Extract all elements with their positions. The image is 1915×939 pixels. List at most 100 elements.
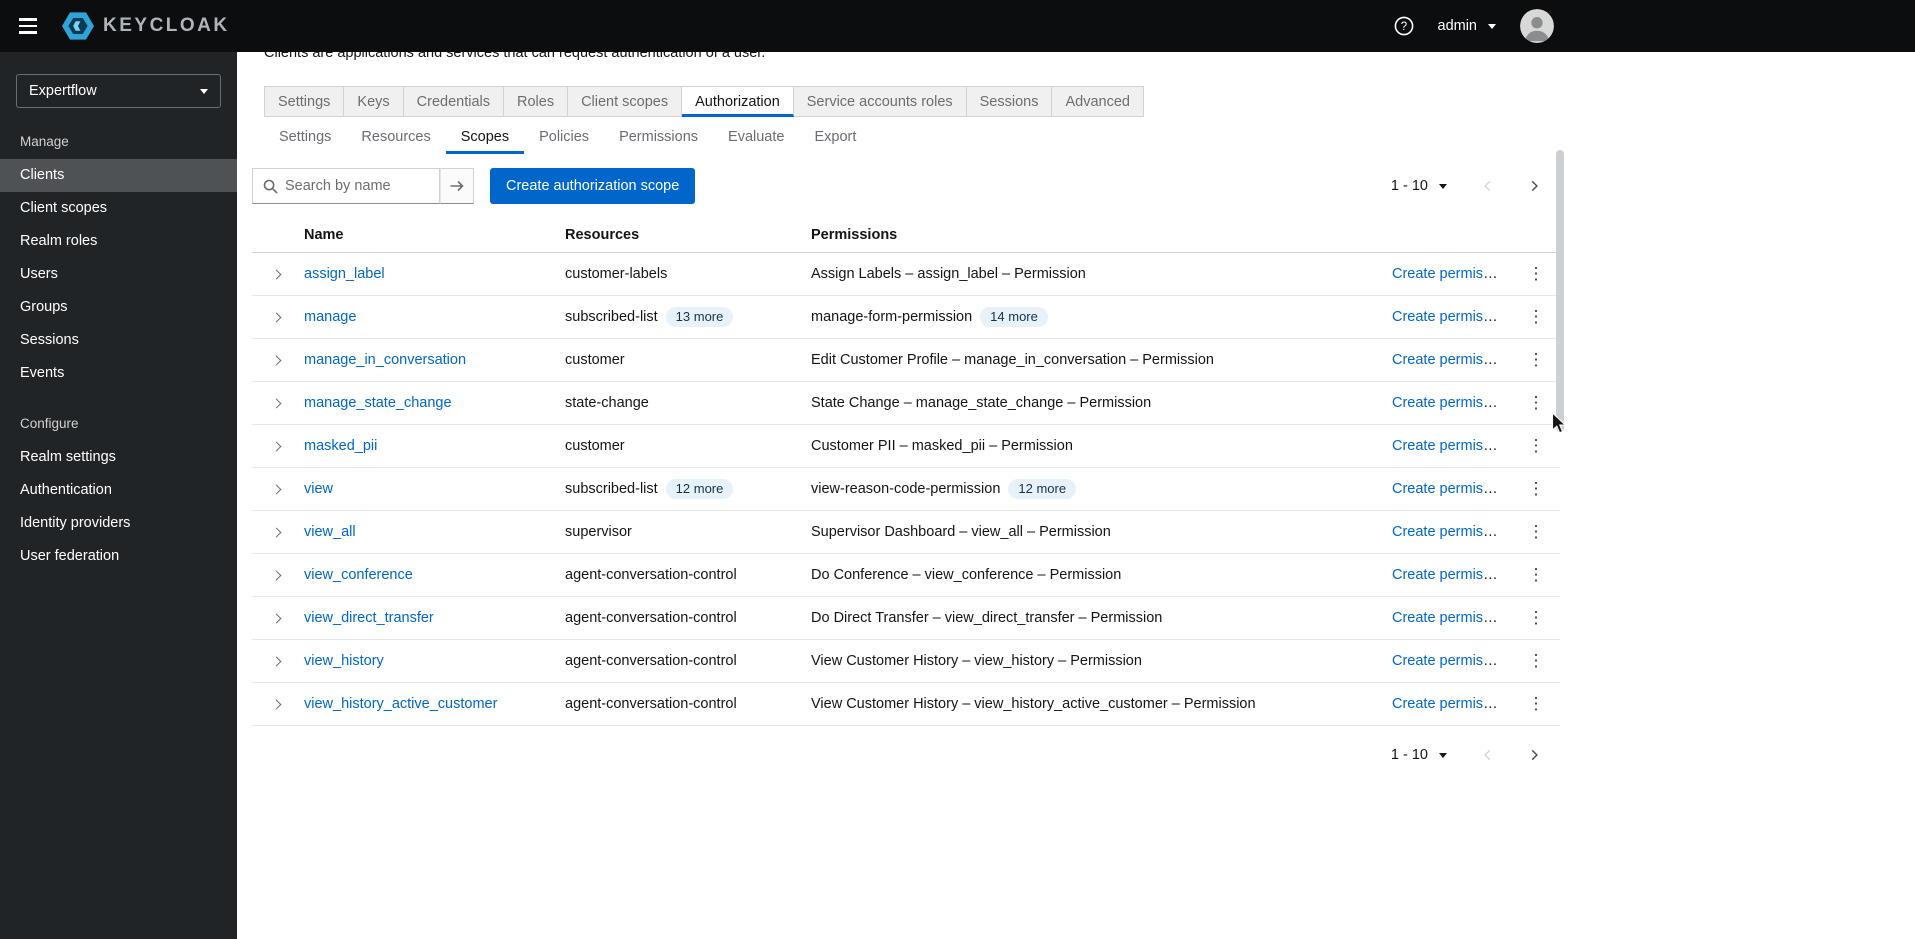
subtab-settings[interactable]: Settings [264, 121, 346, 154]
user-menu[interactable]: admin [1438, 18, 1497, 34]
tab-roles[interactable]: Roles [504, 86, 568, 117]
pagination-next-button[interactable] [1523, 175, 1545, 197]
sidebar-item-realm-roles[interactable]: Realm roles [0, 225, 237, 258]
pagination-prev-button[interactable] [1477, 744, 1499, 766]
row-kebab-menu[interactable]: ⋮ [1512, 296, 1560, 338]
avatar[interactable] [1520, 9, 1554, 43]
sidebar-section-label: Manage [0, 108, 237, 159]
row-expand-button[interactable] [252, 339, 304, 381]
sidebar-item-identity-providers[interactable]: Identity providers [0, 507, 237, 540]
row-kebab-menu[interactable]: ⋮ [1512, 640, 1560, 682]
row-expand-button[interactable] [252, 468, 304, 510]
tab-authorization[interactable]: Authorization [682, 86, 794, 117]
create-permission-link[interactable]: Create permission [1392, 567, 1510, 583]
resource-label: agent-conversation-control [565, 696, 737, 712]
scope-name-link[interactable]: manage_in_conversation [304, 352, 466, 368]
row-expand-button[interactable] [252, 296, 304, 338]
sidebar-item-clients[interactable]: Clients [0, 159, 237, 192]
row-expand-button[interactable] [252, 683, 304, 725]
sidebar-item-authentication[interactable]: Authentication [0, 474, 237, 507]
row-kebab-menu[interactable]: ⋮ [1512, 339, 1560, 381]
tab-service-accounts-roles[interactable]: Service accounts roles [794, 86, 967, 117]
row-expand-button[interactable] [252, 253, 304, 295]
pagination-range-dropdown[interactable]: 1 - 10 [1385, 178, 1453, 194]
scope-name-link[interactable]: assign_label [304, 266, 385, 282]
scope-name-link[interactable]: view_history [304, 653, 384, 669]
permission-label: Assign Labels – assign_label – Permissio… [811, 266, 1086, 282]
scope-name-link[interactable]: view_direct_transfer [304, 610, 434, 626]
create-permission-link[interactable]: Create permission [1392, 395, 1510, 411]
pagination-range-dropdown[interactable]: 1 - 10 [1385, 747, 1453, 763]
chevron-right-icon [272, 269, 282, 279]
tab-advanced[interactable]: Advanced [1052, 86, 1144, 117]
row-expand-button[interactable] [252, 640, 304, 682]
row-kebab-menu[interactable]: ⋮ [1512, 253, 1560, 295]
row-expand-button[interactable] [252, 511, 304, 553]
row-kebab-menu[interactable]: ⋮ [1512, 683, 1560, 725]
scope-name-link[interactable]: view_history_active_customer [304, 696, 497, 712]
row-kebab-menu[interactable]: ⋮ [1512, 468, 1560, 510]
scope-name-link[interactable]: manage [304, 309, 356, 325]
main-content: Clients are applications and services th… [237, 52, 1915, 939]
row-kebab-menu[interactable]: ⋮ [1512, 597, 1560, 639]
tab-client-scopes[interactable]: Client scopes [568, 86, 682, 117]
toolbar: Create authorization scope 1 - 10 [252, 168, 1560, 204]
sidebar-item-realm-settings[interactable]: Realm settings [0, 441, 237, 474]
subtab-permissions[interactable]: Permissions [604, 121, 713, 154]
permission-cell: Edit Customer Profile – manage_in_conver… [811, 352, 1392, 368]
subtab-policies[interactable]: Policies [524, 121, 604, 154]
row-kebab-menu[interactable]: ⋮ [1512, 425, 1560, 467]
nav-toggle-button[interactable] [6, 0, 50, 52]
sidebar-item-user-federation[interactable]: User federation [0, 540, 237, 573]
create-permission-link[interactable]: Create permission [1392, 309, 1510, 325]
sidebar-item-events[interactable]: Events [0, 357, 237, 390]
pagination-prev-button[interactable] [1477, 175, 1499, 197]
scope-name-link[interactable]: view [304, 481, 333, 497]
row-kebab-menu[interactable]: ⋮ [1512, 554, 1560, 596]
pagination-next-button[interactable] [1523, 744, 1545, 766]
create-permission-link[interactable]: Create permission [1392, 481, 1510, 497]
content-scrollbar-thumb[interactable] [1556, 150, 1564, 432]
chevron-down-icon [200, 89, 208, 94]
subtab-export[interactable]: Export [799, 121, 871, 154]
table-row: view subscribed-list12 more view-reason-… [252, 468, 1560, 511]
scope-name-link[interactable]: view_conference [304, 567, 413, 583]
create-permission-link[interactable]: Create permission [1392, 352, 1510, 368]
row-kebab-menu[interactable]: ⋮ [1512, 382, 1560, 424]
row-kebab-menu[interactable]: ⋮ [1512, 511, 1560, 553]
create-permission-link[interactable]: Create permission [1392, 696, 1510, 712]
row-expand-button[interactable] [252, 554, 304, 596]
search-input[interactable] [253, 169, 439, 203]
create-permission-link[interactable]: Create permission [1392, 610, 1510, 626]
sidebar-item-client-scopes[interactable]: Client scopes [0, 192, 237, 225]
subtab-scopes[interactable]: Scopes [446, 121, 524, 154]
subtab-evaluate[interactable]: Evaluate [713, 121, 799, 154]
chevron-right-icon [272, 441, 282, 451]
row-expand-button[interactable] [252, 425, 304, 467]
sidebar-item-sessions[interactable]: Sessions [0, 324, 237, 357]
create-permission-link[interactable]: Create permission [1392, 653, 1510, 669]
realm-selector[interactable]: Expertflow [16, 74, 221, 108]
tab-credentials[interactable]: Credentials [404, 86, 504, 117]
scope-name-link[interactable]: masked_pii [304, 438, 377, 454]
angle-left-icon [1481, 179, 1495, 193]
help-icon[interactable]: ? [1394, 16, 1414, 36]
create-permission-link[interactable]: Create permission [1392, 266, 1510, 282]
tab-sessions[interactable]: Sessions [967, 86, 1053, 117]
create-permission-link[interactable]: Create permission [1392, 524, 1510, 540]
search-submit-button[interactable] [440, 168, 474, 204]
permission-label: Do Conference – view_conference – Permis… [811, 567, 1121, 583]
tab-keys[interactable]: Keys [344, 86, 403, 117]
subtab-resources[interactable]: Resources [346, 121, 445, 154]
scope-name-link[interactable]: manage_state_change [304, 395, 452, 411]
sidebar-item-users[interactable]: Users [0, 258, 237, 291]
pagination-range-label: 1 - 10 [1391, 178, 1428, 194]
row-expand-button[interactable] [252, 382, 304, 424]
scope-name-link[interactable]: view_all [304, 524, 356, 540]
sidebar-item-groups[interactable]: Groups [0, 291, 237, 324]
masthead: KEYCLOAK ? admin [0, 0, 1915, 52]
tab-settings[interactable]: Settings [264, 86, 344, 117]
create-authorization-scope-button[interactable]: Create authorization scope [490, 168, 695, 204]
create-permission-link[interactable]: Create permission [1392, 438, 1510, 454]
row-expand-button[interactable] [252, 597, 304, 639]
